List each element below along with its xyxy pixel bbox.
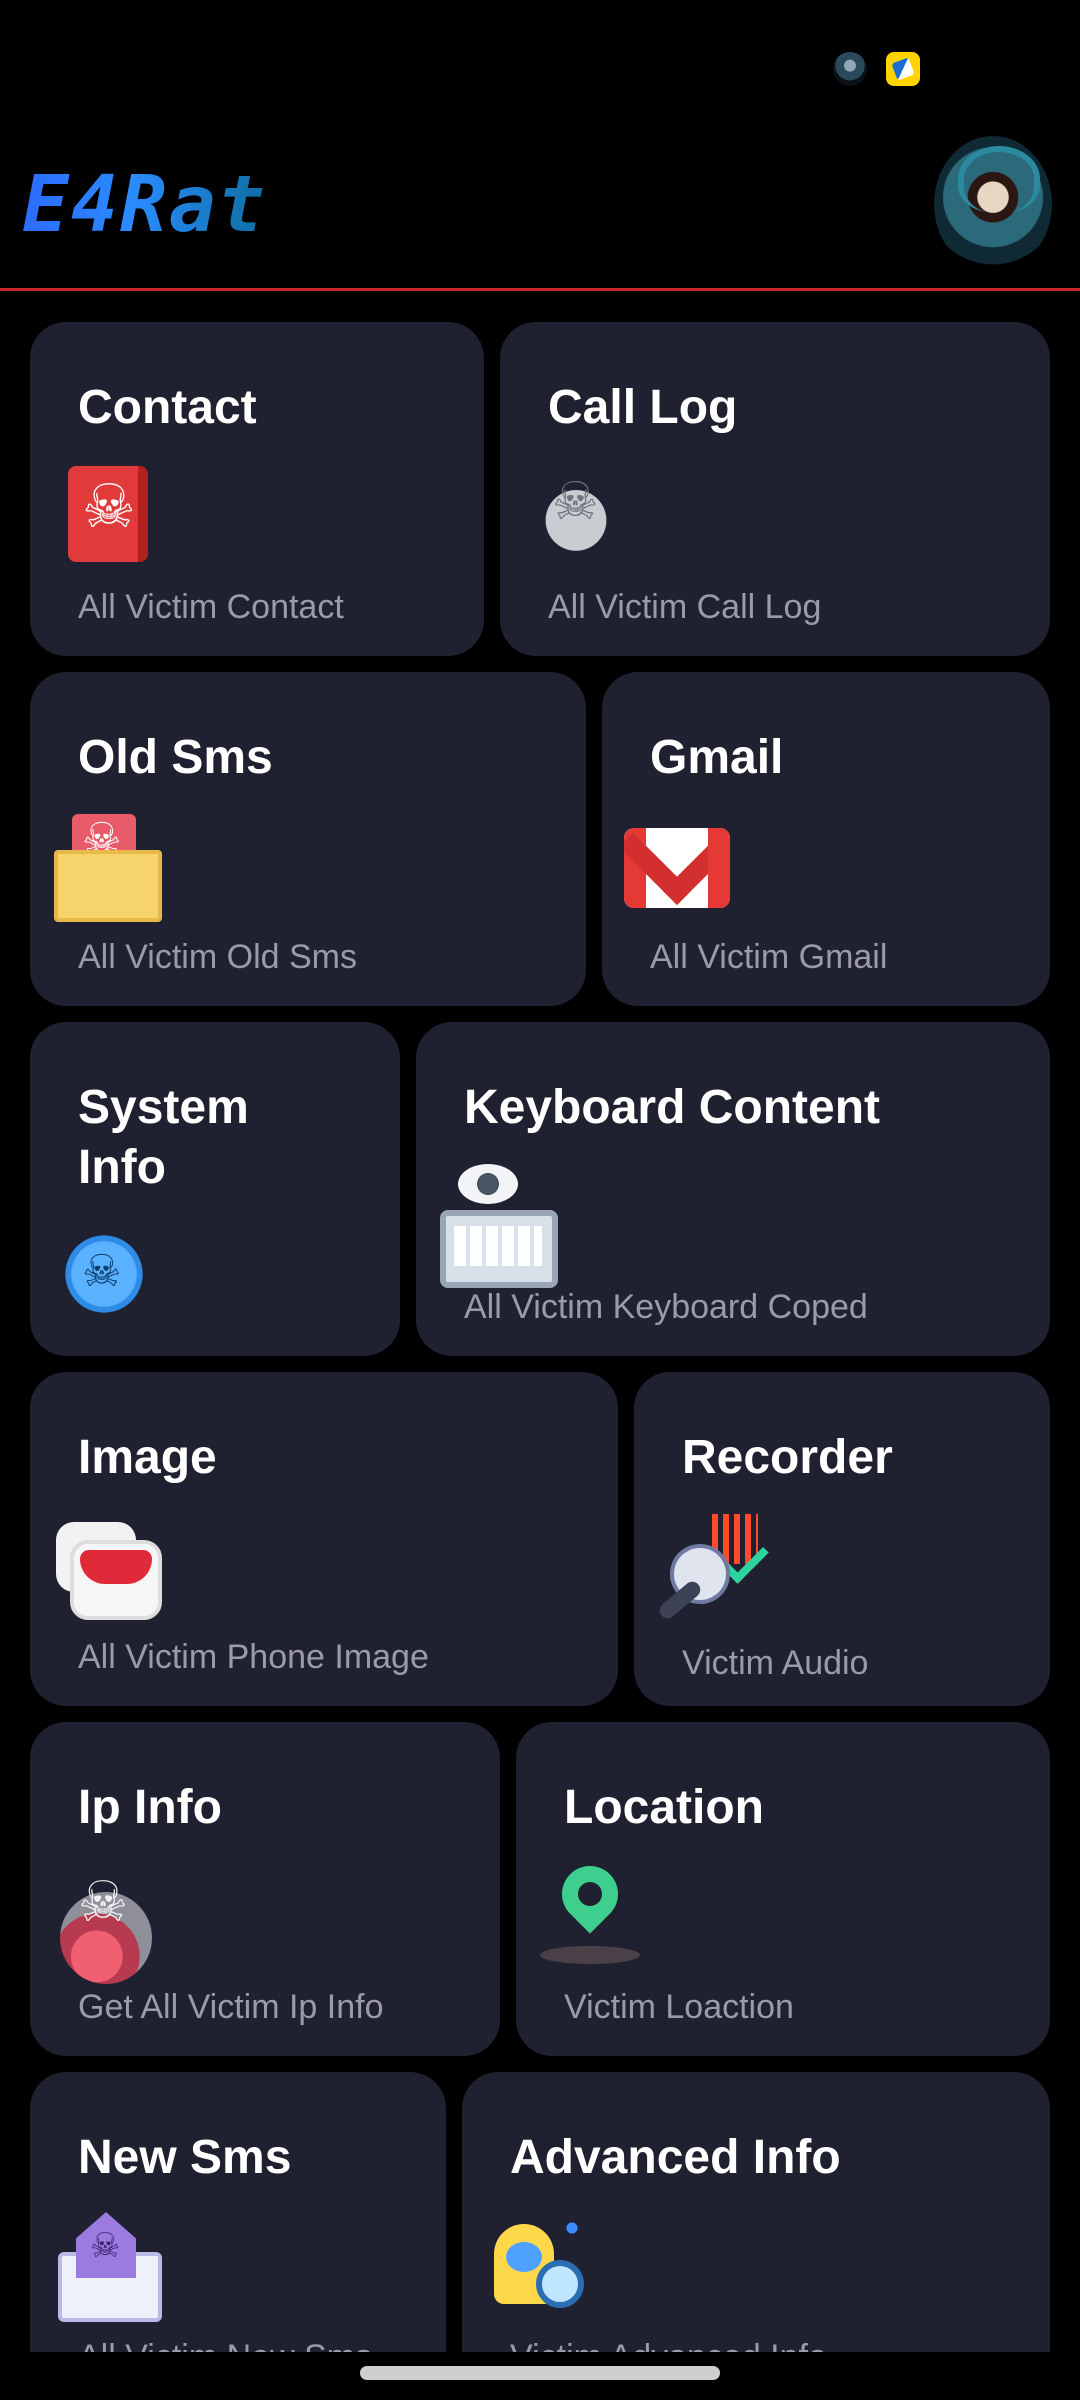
header-divider — [0, 288, 1080, 291]
card-subtitle: Victim Audio — [682, 1644, 869, 1682]
card-title: Contact — [78, 381, 257, 434]
card-subtitle: Get All Victim Ip Info — [78, 1988, 384, 2026]
card-image[interactable]: Image All Victim Phone Image — [30, 1372, 618, 1706]
card-title: Gmail — [650, 731, 784, 784]
card-subtitle: All Victim Phone Image — [78, 1638, 429, 1676]
card-subtitle: Victim Loaction — [564, 1988, 794, 2026]
hacker-avatar-icon — [833, 52, 867, 86]
card-title: Location — [564, 1781, 764, 1834]
skull-book-icon — [68, 466, 148, 562]
app-logo: E4Rat — [22, 160, 267, 250]
virus-skull-icon — [52, 1222, 156, 1326]
card-call-log[interactable]: Call Log All Victim Call Log — [500, 322, 1050, 656]
skull-cloud-icon — [530, 472, 622, 560]
skull-globe-icon — [60, 1870, 152, 1984]
status-bar — [0, 0, 1080, 120]
system-nav-bar — [0, 2352, 1080, 2400]
card-title: New Sms — [78, 2131, 292, 2184]
card-subtitle: Victim Advanced Info — [510, 2338, 827, 2352]
card-ip-info[interactable]: Ip Info Get All Victim Ip Info — [30, 1722, 500, 2056]
card-title: Call Log — [548, 381, 738, 434]
feature-grid: Contact All Victim Contact Call Log All … — [0, 322, 1080, 2352]
card-keyboard-content[interactable]: Keyboard Content All Victim Keyboard Cop… — [416, 1022, 1050, 1356]
app-header: E4Rat — [0, 120, 1080, 288]
card-subtitle: All Victim Keyboard Coped — [464, 1288, 868, 1326]
card-title: Old Sms — [78, 731, 273, 784]
card-title: Advanced Info — [510, 2131, 841, 2184]
card-title: Recorder — [682, 1431, 893, 1484]
app-notification-icon — [886, 52, 920, 86]
card-subtitle: All Victim Gmail — [650, 938, 888, 976]
card-gmail[interactable]: Gmail All Victim Gmail — [602, 672, 1050, 1006]
card-location[interactable]: Location Victim Loaction — [516, 1722, 1050, 2056]
eye-icon — [458, 1164, 518, 1204]
image-stack-icon — [56, 1522, 162, 1620]
card-title: System Info — [78, 1081, 249, 1194]
card-title: Image — [78, 1431, 217, 1484]
skull-hood-avatar-icon[interactable] — [934, 136, 1052, 272]
microphone-icon — [656, 1514, 769, 1622]
card-subtitle: All Victim New Sms — [78, 2338, 372, 2352]
card-subtitle: All Victim Contact — [78, 588, 344, 626]
card-subtitle: All Victim Old Sms — [78, 938, 357, 976]
hacker-search-icon — [492, 2216, 588, 2312]
card-new-sms[interactable]: New Sms All Victim New Sms — [30, 2072, 446, 2352]
card-advanced-info[interactable]: Advanced Info Victim Advanced Info — [462, 2072, 1050, 2352]
location-pin-icon — [540, 1854, 640, 1970]
card-old-sms[interactable]: Old Sms All Victim Old Sms — [30, 672, 586, 1006]
keyboard-icon — [440, 1210, 558, 1288]
card-title: Ip Info — [78, 1781, 222, 1834]
home-gesture-handle[interactable] — [360, 2366, 720, 2380]
skull-mail-icon — [54, 814, 162, 922]
card-system-info[interactable]: System Info — [30, 1022, 400, 1356]
purple-skull-mail-icon — [58, 2212, 162, 2322]
card-subtitle: All Victim Call Log — [548, 588, 822, 626]
card-title: Keyboard Content — [464, 1081, 881, 1134]
card-recorder[interactable]: Recorder Victim Audio — [634, 1372, 1050, 1706]
card-contact[interactable]: Contact All Victim Contact — [30, 322, 484, 656]
gmail-icon — [624, 828, 730, 908]
